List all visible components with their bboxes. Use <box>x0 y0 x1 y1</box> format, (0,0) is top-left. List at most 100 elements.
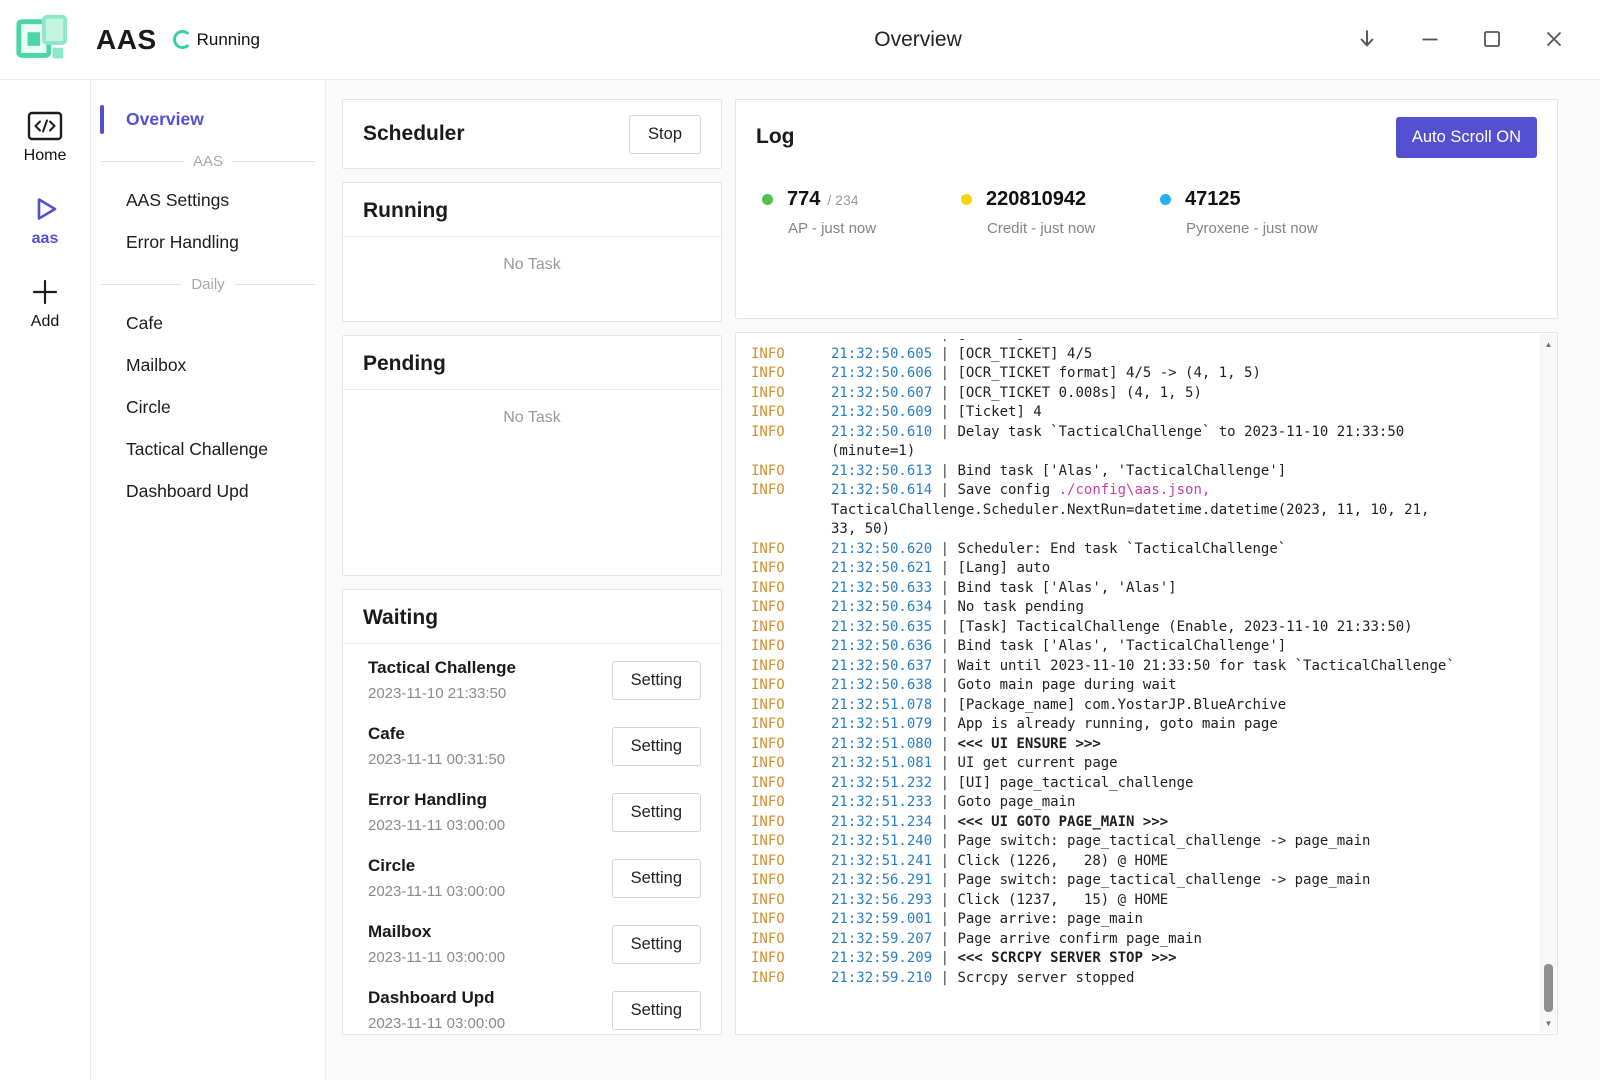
log-separator: | <box>932 619 957 635</box>
log-level: INFO <box>751 637 831 657</box>
stat-label: Credit - just now <box>961 220 1160 237</box>
log-scrollbar[interactable]: ▲ ▼ <box>1540 334 1556 1033</box>
play-icon <box>30 193 60 225</box>
scrollbar-down-icon[interactable]: ▼ <box>1541 1015 1556 1031</box>
log-line-body: 21:32:50.633 | Bind task ['Alas', 'Alas'… <box>831 579 1517 599</box>
log-message: Click (1226, 28) @ HOME <box>957 853 1168 869</box>
hide-window-button[interactable] <box>1350 22 1384 59</box>
log-line-body: 21:32:50.609 | [Ticket] 4 <box>831 403 1517 423</box>
log-timestamp: 21:32:56.293 <box>831 892 932 908</box>
log-message: Scrcpy server stopped <box>957 970 1134 986</box>
auto-scroll-button[interactable]: Auto Scroll ON <box>1396 117 1537 158</box>
log-separator: | <box>932 482 957 498</box>
task-setting-button[interactable]: Setting <box>612 859 701 898</box>
log-message: [Ticket] 4 <box>957 404 1041 420</box>
stat-label: AP - just now <box>762 220 961 237</box>
rail-item-add[interactable]: Add <box>0 268 90 341</box>
scheduler-card: Scheduler Stop <box>342 99 722 169</box>
log-line: INFO21:32:51.079 | App is already runnin… <box>751 715 1517 735</box>
sidebar-item-overview[interactable]: Overview <box>91 100 325 139</box>
scrollbar-thumb[interactable] <box>1544 964 1553 1012</box>
pending-card: Pending No Task <box>342 335 722 576</box>
log-line: INFO21:32:59.001 | Page arrive: page_mai… <box>751 910 1517 930</box>
log-line-body: 21:32:50.606 | [OCR_TICKET format] 4/5 -… <box>831 364 1517 384</box>
running-card: Running No Task <box>342 182 722 322</box>
log-line-body: 21:32:50.610 | Delay task `TacticalChall… <box>831 423 1517 462</box>
log-line: INFO21:32:50.638 | Goto main page during… <box>751 676 1517 696</box>
app-name: AAS <box>96 24 157 56</box>
minimize-button[interactable] <box>1414 23 1446 58</box>
log-timestamp: 21:32:51.241 <box>831 853 932 869</box>
log-timestamp: 21:32:51.080 <box>831 736 932 752</box>
maximize-button[interactable] <box>1476 23 1508 58</box>
log-separator: | <box>932 365 957 381</box>
log-level: INFO <box>751 871 831 891</box>
log-timestamp: 21:32:51.078 <box>831 697 932 713</box>
sidebar-item-cafe[interactable]: Cafe <box>91 304 325 343</box>
log-level: INFO <box>751 754 831 774</box>
task-setting-button[interactable]: Setting <box>612 727 701 766</box>
log-line-body: 21:32:51.241 | Click (1226, 28) @ HOME <box>831 852 1517 872</box>
log-message: Page arrive: page_main <box>957 911 1142 927</box>
log-timestamp: 21:32:51.233 <box>831 794 932 810</box>
task-info: Cafe2023-11-11 00:31:50 <box>368 724 505 768</box>
stat-dot-icon <box>961 194 972 205</box>
log-message: Click (1237, 15) @ HOME <box>957 892 1168 908</box>
stat-top: 220810942 <box>961 188 1160 211</box>
waiting-task-row: Dashboard Upd2023-11-11 03:00:00Setting <box>343 977 721 1034</box>
rail-item-home[interactable]: Home <box>0 102 90 175</box>
log-separator: | <box>932 814 957 830</box>
scrollbar-up-icon[interactable]: ▲ <box>1541 336 1556 352</box>
sidebar-item-mailbox[interactable]: Mailbox <box>91 346 325 385</box>
stat-label: Pyroxene - just now <box>1160 220 1359 237</box>
log-separator: | <box>932 970 957 986</box>
app-body: HomeaasAdd OverviewAASAAS SettingsError … <box>0 80 1600 1080</box>
task-setting-button[interactable]: Setting <box>612 661 701 700</box>
log-line: INFO21:32:50.635 | [Task] TacticalChalle… <box>751 618 1517 638</box>
log-line: INFO21:32:50.636 | Bind task ['Alas', 'T… <box>751 637 1517 657</box>
log-separator: | <box>932 424 957 440</box>
log-line-body: 21:32:50.613 | Bind task ['Alas', 'Tacti… <box>831 462 1517 482</box>
log-line-body: 21:32:50.638 | Goto main page during wai… <box>831 676 1517 696</box>
sidebar-item-dashboard-upd[interactable]: Dashboard Upd <box>91 472 325 511</box>
scheduler-stop-button[interactable]: Stop <box>629 115 701 154</box>
log-line-body: 21:32:59.210 | Scrcpy server stopped <box>831 969 1517 989</box>
sidebar-item-circle[interactable]: Circle <box>91 388 325 427</box>
log-line-body: 21:32:51.234 | <<< UI GOTO PAGE_MAIN >>> <box>831 813 1517 833</box>
running-empty-text: No Task <box>343 237 721 274</box>
log-line-body: 21:32:59.207 | Page arrive confirm page_… <box>831 930 1517 950</box>
task-info: Error Handling2023-11-11 03:00:00 <box>368 790 505 834</box>
log-level: INFO <box>751 657 831 677</box>
sidebar-item-tactical-challenge[interactable]: Tactical Challenge <box>91 430 325 469</box>
task-setting-button[interactable]: Setting <box>612 991 701 1030</box>
log-line: INFO21:32:56.291 | Page switch: page_tac… <box>751 871 1517 891</box>
log-level: INFO <box>751 852 831 872</box>
task-setting-button[interactable]: Setting <box>612 793 701 832</box>
log-line: INFO21:32:59.210 | Scrcpy server stopped <box>751 969 1517 989</box>
close-button[interactable] <box>1538 23 1570 58</box>
log-line-body: 21:32:50.621 | [Lang] auto <box>831 559 1517 579</box>
log-line: INFO21:32:59.207 | Page arrive confirm p… <box>751 930 1517 950</box>
log-line-body: 21:32:50.636 | Bind task ['Alas', 'Tacti… <box>831 637 1517 657</box>
task-next-run-time: 2023-11-10 21:33:50 <box>368 685 516 702</box>
log-message: No task pending <box>957 599 1083 615</box>
nav-rail: Home aas Add <box>0 80 91 1080</box>
rail-item-aas[interactable]: aas <box>0 185 90 258</box>
scheduler-column: Scheduler Stop Running No Task Pending N… <box>342 99 722 1035</box>
log-line-body: 21:32:51.233 | Goto page_main <box>831 793 1517 813</box>
log-line: INFO21:32:51.232 | [UI] page_tactical_ch… <box>751 774 1517 794</box>
log-level: INFO <box>751 364 831 384</box>
sidebar-section-label: Daily <box>191 276 224 293</box>
sidebar-item-error-handling[interactable]: Error Handling <box>91 223 325 262</box>
log-level: INFO <box>751 832 831 852</box>
log-line: INFO21:32:51.241 | Click (1226, 28) @ HO… <box>751 852 1517 872</box>
log-separator: | <box>932 833 957 849</box>
log-level: INFO <box>751 813 831 833</box>
log-timestamp: 21:32:59.210 <box>831 970 932 986</box>
log-level: INFO <box>751 559 831 579</box>
log-separator: | <box>932 658 957 674</box>
log-level: INFO <box>751 774 831 794</box>
task-name: Error Handling <box>368 790 505 810</box>
sidebar-item-aas-settings[interactable]: AAS Settings <box>91 181 325 220</box>
task-setting-button[interactable]: Setting <box>612 925 701 964</box>
